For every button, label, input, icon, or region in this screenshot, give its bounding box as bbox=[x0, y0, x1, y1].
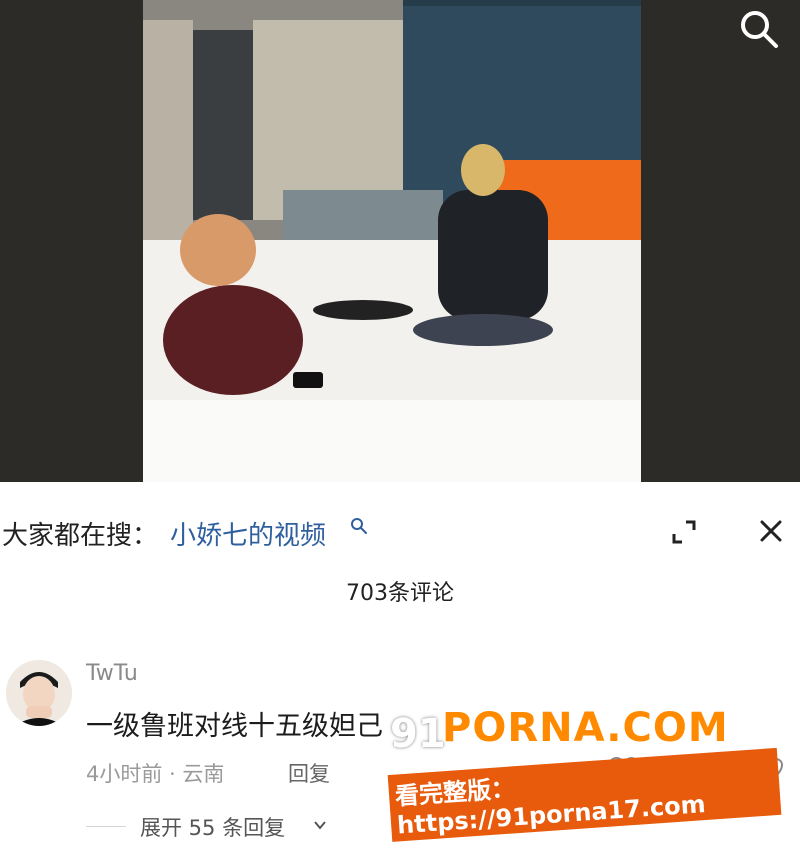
search-suggestion-prefix: 大家都在搜： bbox=[2, 521, 159, 551]
divider-line bbox=[86, 826, 126, 827]
search-button[interactable] bbox=[736, 6, 782, 52]
watermark-url: 看完整版：https://91porna17.com bbox=[387, 747, 782, 842]
expand-replies-label: 展开 55 条回复 bbox=[140, 816, 286, 840]
video-frame[interactable] bbox=[143, 0, 641, 482]
comment-username[interactable]: TwTu bbox=[86, 661, 138, 686]
reply-button[interactable]: 回复 bbox=[288, 758, 330, 788]
expand-button[interactable] bbox=[664, 512, 704, 552]
watermark-brand: PORNA.COM bbox=[442, 705, 729, 751]
watermark-prefix: 91 bbox=[390, 711, 446, 757]
comment-time-location: 4小时前 · 云南 bbox=[86, 762, 225, 786]
video-scene-image bbox=[143, 0, 641, 482]
expand-icon bbox=[672, 520, 696, 544]
close-button[interactable] bbox=[750, 510, 792, 552]
comment-count: 703条评论 bbox=[346, 581, 454, 606]
video-player[interactable] bbox=[0, 0, 800, 482]
search-icon bbox=[351, 518, 367, 534]
avatar[interactable] bbox=[6, 660, 72, 726]
close-icon bbox=[760, 520, 782, 542]
chevron-down-icon bbox=[314, 821, 326, 830]
comment-text: 一级鲁班对线十五级妲己 bbox=[86, 711, 383, 742]
search-suggestion-keyword[interactable]: 小娇七的视频 bbox=[170, 515, 326, 552]
search-icon bbox=[741, 11, 778, 48]
watermark-overlay: 91 PORNA.COM 看完整版：https://91porna17.com bbox=[387, 705, 782, 842]
avatar-image bbox=[6, 660, 72, 726]
